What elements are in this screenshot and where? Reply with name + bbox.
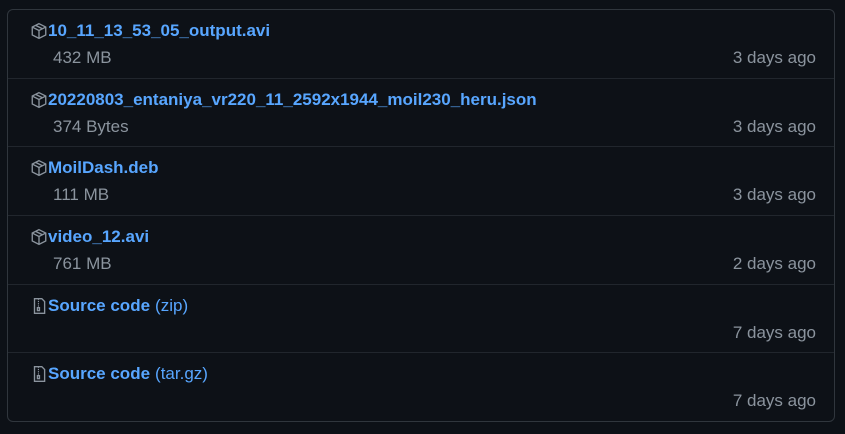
asset-size: 432 MB: [53, 48, 112, 67]
asset-title: Source code (tar.gz): [30, 364, 208, 384]
asset-date: 7 days ago: [732, 322, 816, 342]
asset-date: 2 days ago: [732, 254, 816, 274]
file-zip-icon: [30, 365, 48, 383]
asset-date: 3 days ago: [732, 48, 816, 67]
asset-suffix: (tar.gz): [155, 364, 208, 384]
asset-row: video_12.avi 761 MB 2 days ago: [8, 216, 834, 285]
asset-title: video_12.avi: [30, 227, 154, 247]
asset-row: MoilDash.deb 111 MB 3 days ago: [8, 147, 834, 217]
asset-link[interactable]: Source code: [48, 364, 150, 384]
package-icon: [30, 91, 48, 109]
asset-link[interactable]: 10_11_13_53_05_output.avi: [48, 21, 270, 41]
package-icon: [30, 228, 48, 246]
asset-link[interactable]: video_12.avi: [48, 227, 149, 247]
asset-link[interactable]: Source code: [48, 296, 150, 316]
asset-size: 761 MB: [53, 254, 112, 274]
asset-link[interactable]: MoilDash.deb: [48, 158, 159, 178]
asset-size: 111 MB: [53, 185, 110, 205]
asset-title: Source code (zip): [30, 296, 188, 316]
asset-row: 20220803_entaniya_vr220_11_2592x1944_moi…: [8, 79, 834, 148]
asset-title: 20220803_entaniya_vr220_11_2592x1944_moi…: [30, 90, 542, 110]
asset-suffix: (zip): [155, 295, 189, 315]
package-icon: [30, 159, 48, 177]
asset-title: MoilDash.deb: [30, 158, 164, 178]
asset-date: 7 days ago: [732, 391, 816, 411]
asset-row: 10_11_13_53_05_output.avi 432 MB 3 days …: [8, 10, 834, 79]
asset-size: 374 Bytes: [53, 116, 129, 136]
asset-link[interactable]: 20220803_entaniya_vr220_11_2592x1944_moi…: [48, 90, 537, 110]
package-icon: [30, 22, 48, 40]
asset-date: 3 days ago: [732, 116, 816, 136]
file-zip-icon: [30, 297, 48, 315]
asset-date: 3 days ago: [732, 185, 816, 205]
asset-row: Source code (tar.gz) 7 days ago: [8, 353, 834, 421]
asset-row: Source code (zip) 7 days ago: [8, 285, 834, 354]
release-assets-list: 10_11_13_53_05_output.avi 432 MB 3 days …: [7, 9, 835, 422]
asset-title: 10_11_13_53_05_output.avi: [30, 21, 275, 41]
